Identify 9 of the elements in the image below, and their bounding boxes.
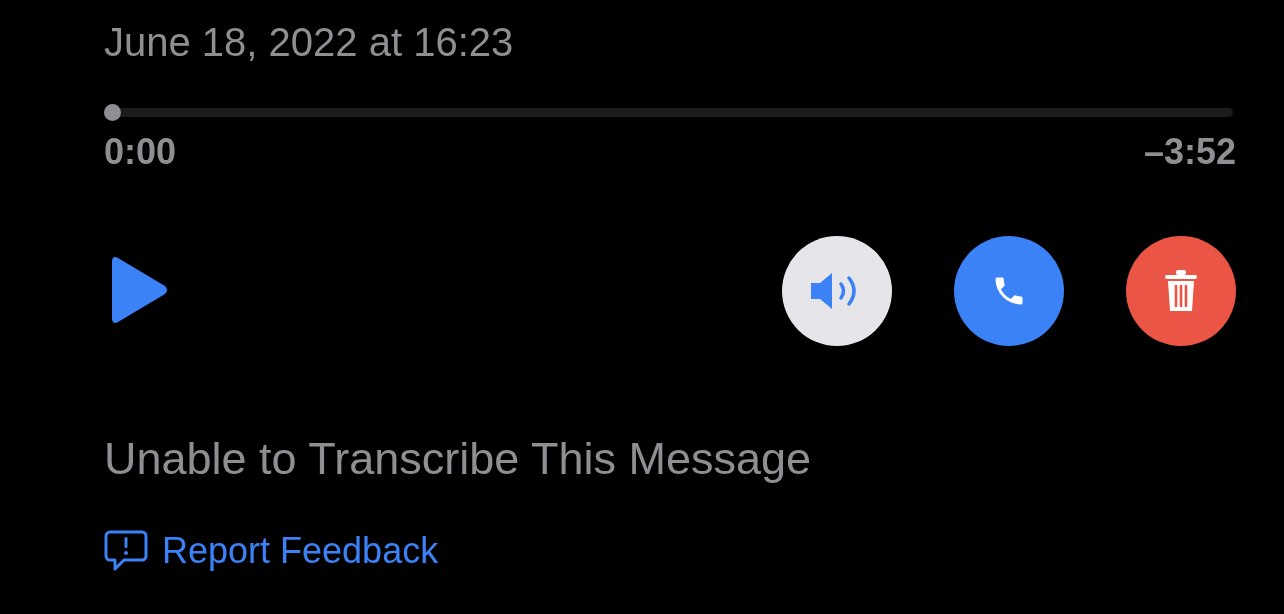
remaining-time: –3:52 [1143,131,1236,173]
report-feedback-link[interactable]: Report Feedback [104,530,439,572]
trash-icon [1164,269,1198,313]
slider-thumb[interactable] [104,104,121,121]
elapsed-time: 0:00 [104,131,177,173]
play-icon [110,255,168,324]
feedback-icon [104,530,148,572]
message-date: June 18, 2022 at 16:23 [104,19,515,66]
transcription-status: Unable to Transcribe This Message [104,432,812,486]
